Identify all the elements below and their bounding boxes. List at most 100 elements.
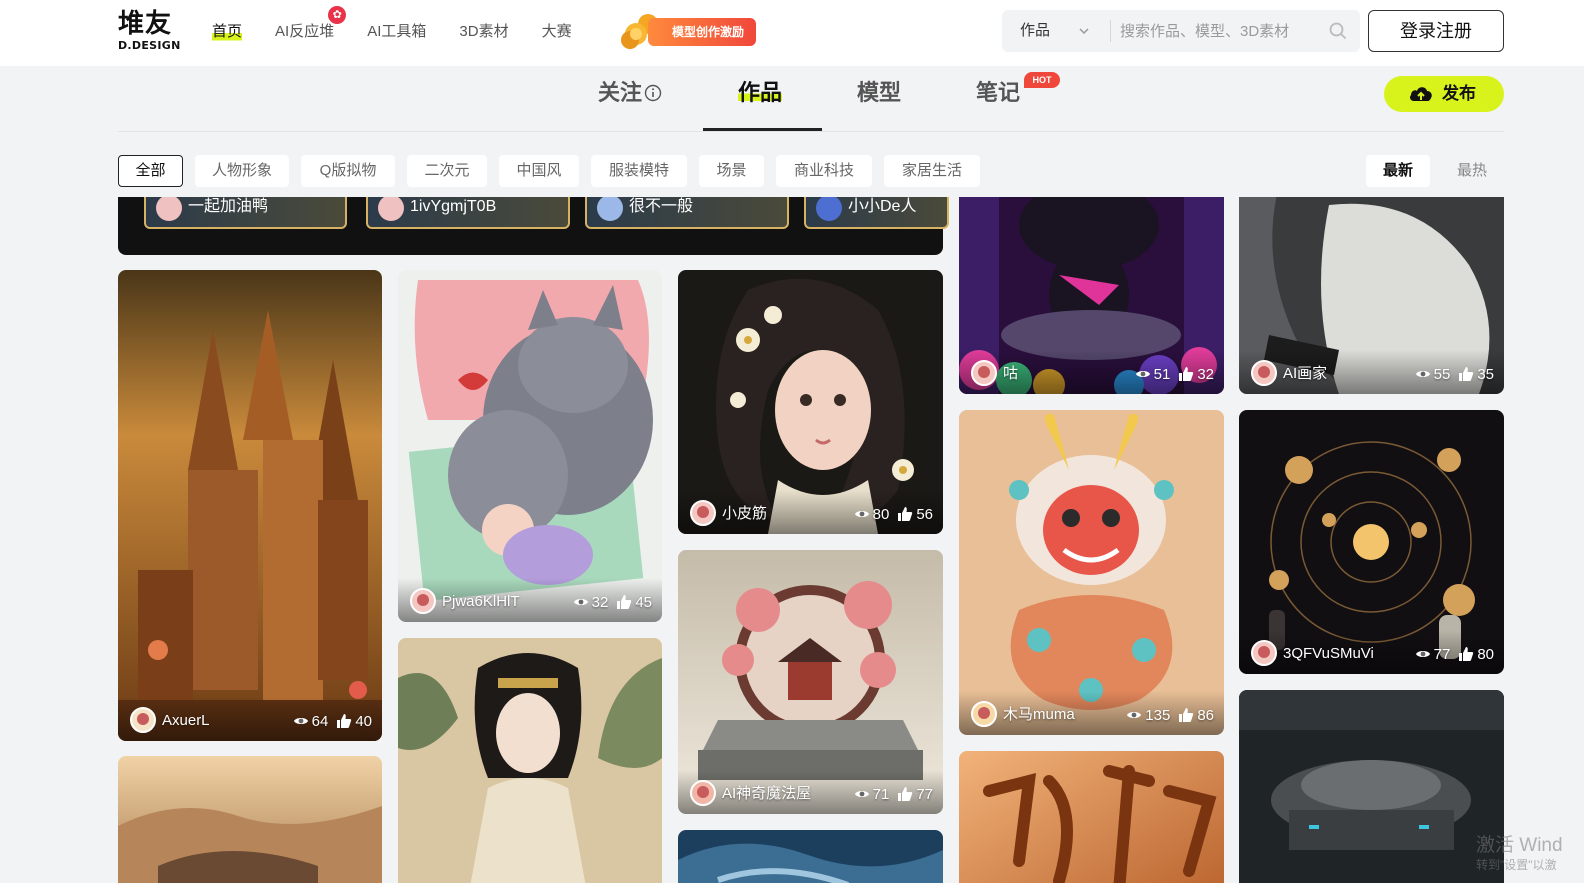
filter-chip-scene[interactable]: 场景 — [699, 155, 764, 187]
tab-works[interactable]: 作品 — [738, 78, 783, 108]
nav-item-ai-tools[interactable]: AI工具箱 — [367, 20, 426, 44]
promo-banner[interactable]: 模型创作激励 — [618, 12, 756, 50]
windows-activation-hint: 转到"设置"以激 — [1476, 858, 1557, 872]
thumbs-up-icon[interactable] — [897, 506, 913, 522]
artwork-image — [959, 410, 1224, 735]
thumbs-up-icon[interactable] — [897, 786, 913, 802]
search-input[interactable] — [1120, 10, 1320, 52]
info-icon — [644, 84, 662, 102]
avatar[interactable] — [690, 780, 716, 806]
sort-newest[interactable]: 最新 — [1366, 155, 1430, 187]
thumbs-up-icon[interactable] — [1178, 366, 1194, 382]
nav-item-3d-assets[interactable]: 3D素材 — [459, 20, 508, 44]
artwork-card-hanfu-girl[interactable] — [398, 638, 662, 883]
author-name[interactable]: 咕 — [1003, 364, 1018, 384]
thumbs-up-icon[interactable] — [1458, 366, 1474, 382]
artwork-card-desert-ship[interactable] — [118, 756, 382, 883]
author-name[interactable]: AxuerL — [162, 711, 210, 731]
thumbs-up-icon[interactable] — [616, 594, 632, 610]
publish-label: 发布 — [1442, 84, 1476, 103]
artwork-card-candy-town[interactable]: AxuerL 64 40 — [118, 270, 382, 741]
view-count: 55 — [1433, 365, 1451, 383]
avatar[interactable] — [410, 588, 436, 614]
search-bar: 作品 — [1002, 10, 1360, 52]
artwork-card-magic-gate[interactable]: AI神奇魔法屋 71 77 — [678, 550, 943, 814]
thumbs-up-icon[interactable] — [1458, 646, 1474, 662]
filter-chip-home-living[interactable]: 家居生活 — [884, 155, 980, 187]
view-count: 77 — [1433, 645, 1451, 663]
chevron-down-icon — [1079, 28, 1089, 35]
eye-icon — [854, 791, 869, 797]
filter-chip-anime[interactable]: 二次元 — [407, 155, 487, 187]
artwork-image — [1239, 690, 1504, 883]
sort-hottest[interactable]: 最热 — [1440, 155, 1504, 187]
artwork-image — [959, 751, 1224, 883]
featured-creator-chip[interactable]: 1ivYgmjT0B — [366, 197, 570, 229]
nav-item-home[interactable]: 首页 — [212, 20, 243, 44]
artwork-card-cartoon-ball-pit[interactable]: 咕 51 32 — [959, 197, 1224, 394]
eye-icon — [573, 599, 588, 605]
tab-works-label: 作品 — [738, 80, 783, 105]
author-name[interactable]: Pjwa6KlHlT — [442, 592, 520, 612]
search-category-select[interactable]: 作品 — [1002, 10, 1110, 52]
author-name[interactable]: 木马muma — [1003, 705, 1075, 725]
tab-notes[interactable]: 笔记 — [976, 78, 1020, 108]
like-count: 86 — [1197, 706, 1214, 724]
search-icon[interactable] — [1328, 21, 1348, 41]
artwork-card-flower-girl[interactable]: 小皮筋 80 56 — [678, 270, 943, 534]
filter-chip-characters[interactable]: 人物形象 — [195, 155, 289, 187]
artwork-card-spaceship[interactable] — [1239, 690, 1504, 883]
featured-creators-strip: 一起加油鸭 1ivYgmjT0B 很不一般 小小De人 — [118, 197, 949, 255]
filter-chip-fashion[interactable]: 服装模特 — [591, 155, 687, 187]
artwork-card-cat-pillow[interactable]: Pjwa6KlHlT 32 45 — [398, 270, 662, 622]
artwork-card-dragon[interactable]: 木马muma 135 86 — [959, 410, 1224, 735]
card-stats: 77 80 — [1415, 644, 1494, 664]
like-count: 56 — [916, 505, 933, 523]
author-name[interactable]: 3QFVuSMuVi — [1283, 644, 1374, 664]
login-register-button[interactable]: 登录注册 — [1368, 10, 1504, 52]
avatar[interactable] — [1251, 640, 1277, 666]
author-name[interactable]: 小皮筋 — [722, 504, 767, 524]
avatar[interactable] — [690, 500, 716, 526]
upload-cloud-icon — [1410, 87, 1432, 101]
publish-button[interactable]: 发布 — [1384, 76, 1504, 112]
eye-icon — [1415, 371, 1430, 377]
avatar[interactable] — [971, 701, 997, 727]
tab-models[interactable]: 模型 — [857, 78, 901, 108]
nav-item-contest[interactable]: 大赛 — [542, 20, 572, 44]
nav-item-ai-reactor-label: AI反应堆 — [275, 23, 335, 40]
view-count: 71 — [872, 785, 890, 803]
featured-creator-chip[interactable]: 很不一般 — [585, 197, 789, 229]
artwork-card-cosmos[interactable]: 3QFVuSMuVi 77 80 — [1239, 410, 1504, 674]
artwork-card-blue-dragon[interactable] — [678, 830, 943, 883]
filter-chip-chinese-style[interactable]: 中国风 — [499, 155, 579, 187]
avatar[interactable] — [971, 360, 997, 386]
featured-creator-chip[interactable]: 小小De人 — [804, 197, 949, 229]
author-name[interactable]: AI画家 — [1283, 364, 1327, 384]
author-name[interactable]: AI神奇魔法屋 — [722, 784, 811, 804]
tab-follow-label: 关注 — [598, 80, 643, 105]
tab-follow[interactable]: 关注 — [598, 78, 662, 108]
logo[interactable]: 堆友 D.DESIGN — [118, 8, 184, 56]
windows-activation-watermark: 激活 Wind — [1476, 835, 1563, 856]
artwork-card-white-outfit[interactable]: AI画家 55 35 — [1239, 197, 1504, 394]
avatar[interactable] — [130, 707, 156, 733]
eye-icon — [1135, 371, 1150, 377]
filter-chip-business-tech[interactable]: 商业科技 — [776, 155, 872, 187]
featured-creator-chip[interactable]: 一起加油鸭 — [144, 197, 347, 229]
filter-chip-q-style[interactable]: Q版拟物 — [301, 155, 395, 187]
filter-chip-all[interactable]: 全部 — [118, 155, 183, 187]
avatar[interactable] — [1251, 360, 1277, 386]
thumbs-up-icon[interactable] — [1178, 707, 1194, 723]
card-stats: 51 32 — [1135, 364, 1214, 384]
logo-text-cn: 堆友 — [118, 9, 173, 39]
artwork-card-calligraphy[interactable] — [959, 751, 1224, 883]
featured-creator-name: 1ivYgmjT0B — [410, 198, 497, 215]
main-nav: 首页 AI反应堆 ✿ AI工具箱 3D素材 大赛 — [212, 6, 605, 44]
artwork-image — [118, 756, 382, 883]
nav-item-ai-reactor[interactable]: AI反应堆 ✿ — [275, 6, 347, 44]
like-count: 77 — [916, 785, 933, 803]
artwork-image — [398, 638, 662, 883]
like-count: 32 — [1197, 365, 1214, 383]
thumbs-up-icon[interactable] — [336, 713, 352, 729]
